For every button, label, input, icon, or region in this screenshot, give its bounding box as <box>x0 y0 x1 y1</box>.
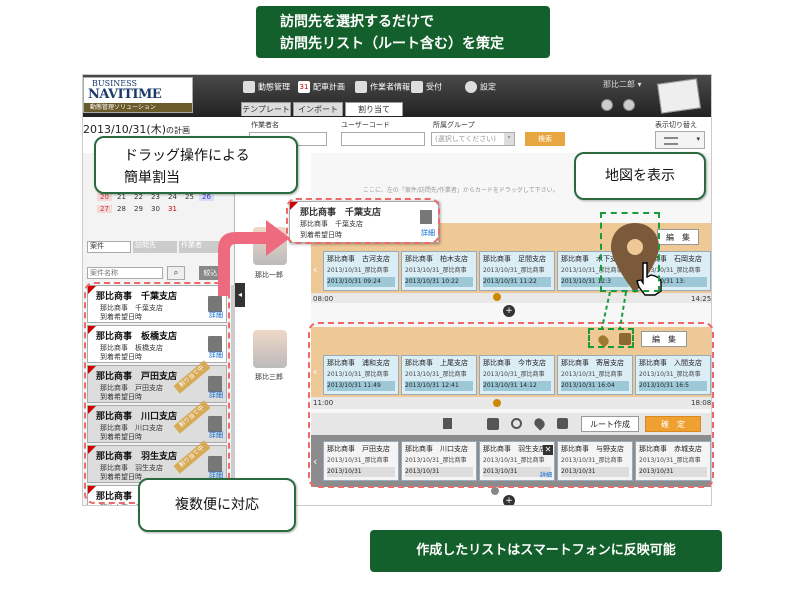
multi-trip-highlight <box>308 322 714 488</box>
drag-callout: ドラッグ操作による 簡単割当 <box>94 136 298 194</box>
route-card-name: 那比商事 足間支店 <box>483 255 546 263</box>
nav-worker[interactable]: 作業者情報 <box>355 81 410 93</box>
page-date: 2013/10/31(木)の計画 <box>83 123 190 136</box>
left-tab-visits[interactable]: 訪問先 <box>133 241 177 253</box>
timeline-start: 08:00 <box>313 295 334 303</box>
map-callout: 地図を表示 <box>574 152 706 200</box>
nav-settings-label: 設定 <box>480 82 496 92</box>
nav-settings[interactable]: 設定 <box>465 81 496 93</box>
page-date-suffix: の計画 <box>165 126 190 135</box>
nav-plan-label: 配車計画 <box>313 82 345 92</box>
drag-callout-line2: 簡単割当 <box>124 170 180 186</box>
info-icon <box>491 487 499 495</box>
map-callout-text: 地図を表示 <box>605 168 675 184</box>
case-search-input[interactable] <box>87 267 163 279</box>
chevron-down-icon: ▾ <box>504 133 514 145</box>
route-card-sub: 2013/10/31_那比商事 <box>405 267 467 274</box>
drag-arrow <box>218 220 290 296</box>
bottom-callout: 作成したリストはスマートフォンに反映可能 <box>370 530 722 572</box>
map-pin-small-highlight <box>588 328 634 348</box>
search-button[interactable]: 検索 <box>525 132 565 146</box>
list-icon <box>664 137 678 145</box>
phone-icon <box>243 81 255 93</box>
route-card-sub: 2013/10/31_那比商事 <box>327 267 389 274</box>
gear-icon <box>465 81 477 93</box>
route-card[interactable]: 那比商事 足間支店 2013/10/31_那比商事 2013/10/31 11:22 <box>479 251 555 291</box>
calendar-icon: 31 <box>298 81 310 93</box>
add-trip-icon[interactable]: + <box>503 495 515 505</box>
nav-reception-label: 受付 <box>426 82 442 92</box>
nav-worker-label: 作業者情報 <box>370 82 410 92</box>
tab-template[interactable]: テンプレート <box>241 102 291 116</box>
worker-info-icon <box>355 81 367 93</box>
usercode-label: ユーザーコード <box>341 121 390 129</box>
drag-callout-line1: ドラッグ操作による <box>124 148 250 164</box>
worker-name: 那比三郎 <box>255 373 283 381</box>
top-callout-line1: 訪問先を選択するだけで <box>280 14 434 30</box>
route-card-time: 2013/10/31 09:24 <box>327 277 395 287</box>
route-card-name: 那比商事 柏木支店 <box>405 255 468 263</box>
add-trip-icon[interactable]: + <box>503 305 515 317</box>
route-card[interactable]: 那比商事 柏木支店 2013/10/31_那比商事 2013/10/31 10:22 <box>401 251 477 291</box>
nav-plan[interactable]: 31 配車計画 <box>298 81 345 93</box>
route-card-time: 2013/10/31 11:22 <box>483 277 551 287</box>
globe-icon[interactable] <box>601 99 613 111</box>
nav-reception[interactable]: 受付 <box>411 81 442 93</box>
usercode-input[interactable] <box>341 132 425 146</box>
connector-line <box>601 291 627 329</box>
group-label: 所属グループ <box>433 121 475 129</box>
view-switch-label: 表示切り替え <box>655 121 697 129</box>
info-icon <box>493 293 501 301</box>
search-icon: ⌕ <box>173 268 179 277</box>
multi-callout-text: 複数便に対応 <box>175 497 259 513</box>
chevron-down-icon: ▾ <box>696 135 700 143</box>
nav-dispatch[interactable]: 動態管理 <box>243 81 290 93</box>
route-card[interactable]: 那比商事 古河支店 2013/10/31_那比商事 2013/10/31 09:24 <box>323 251 399 291</box>
search-icon-button[interactable]: ⌕ <box>167 266 185 280</box>
worker-name-label: 作業者名 <box>251 121 279 129</box>
user-menu[interactable]: 那比二郎 ▾ <box>603 79 642 90</box>
top-callout: 訪問先を選択するだけで 訪問先リスト（ルート含む）を策定 <box>256 6 550 58</box>
scroll-left-icon[interactable]: ‹ <box>313 263 317 276</box>
tab-assign[interactable]: 割り当て <box>345 102 403 116</box>
view-switch-button[interactable]: ▾ <box>655 131 705 149</box>
route-card-sub: 2013/10/31_那比商事 <box>483 267 545 274</box>
bottom-callout-text: 作成したリストはスマートフォンに反映可能 <box>416 543 676 558</box>
left-tab-cases[interactable]: 案件 <box>87 241 131 253</box>
calendar-row-2: 27 28 29 30 31 <box>97 205 221 213</box>
calendar-row-1: 20 21 22 23 24 25 26 <box>97 193 221 201</box>
nav-dispatch-label: 動態管理 <box>258 82 290 92</box>
multi-callout: 複数便に対応 <box>138 478 296 532</box>
map-pin-highlight <box>600 212 660 292</box>
left-scrollbar[interactable] <box>231 285 235 505</box>
group-select[interactable]: (選択してください) ▾ <box>431 132 515 146</box>
worker-avatar <box>253 330 287 368</box>
logo-sub: 動態管理ソリューション <box>84 103 192 112</box>
route-card-time: 2013/10/31 10:22 <box>405 277 473 287</box>
edit-button[interactable]: 編 集 <box>657 229 699 245</box>
top-callout-line2: 訪問先リスト（ルート含む）を策定 <box>280 36 504 52</box>
logo-main: NAVITIME <box>88 87 162 102</box>
mail-icon[interactable] <box>657 78 701 114</box>
reception-icon <box>411 81 423 93</box>
timeline-end: 14:25 <box>691 295 712 303</box>
mini-calendar: 20 21 22 23 24 25 26 27 28 29 30 31 <box>97 193 221 221</box>
route-card-name: 那比商事 古河支店 <box>327 255 390 263</box>
logo: BUSINESS NAVITIME 動態管理ソリューション <box>83 77 193 113</box>
left-cards-highlight <box>84 282 230 504</box>
tab-import[interactable]: インポート <box>293 102 343 116</box>
drop-hint: ここに、左の「案件/訪問先/作業者」からカードをドラッグして下さい。 <box>363 187 559 194</box>
drag-card-highlight <box>286 198 440 244</box>
help-icon[interactable] <box>623 99 635 111</box>
